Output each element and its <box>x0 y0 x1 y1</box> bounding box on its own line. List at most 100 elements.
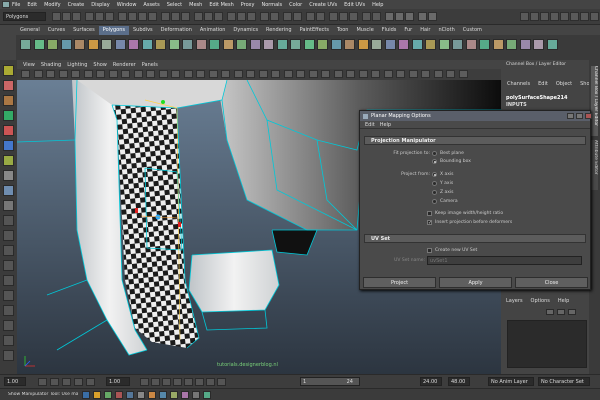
menu-create[interactable]: Create <box>68 2 85 8</box>
shelf-tab-toon[interactable]: Toon <box>333 26 353 35</box>
menu-create-uvs[interactable]: Create UVs <box>309 2 337 8</box>
shelf-tool-icon[interactable] <box>87 39 99 50</box>
panel-toolbar-icon[interactable] <box>283 70 293 78</box>
shelf-tool-icon[interactable] <box>182 39 193 50</box>
menu-color[interactable]: Color <box>289 2 302 8</box>
panel-toolbar-icon[interactable] <box>333 70 343 78</box>
shelf-tool-icon[interactable] <box>492 39 504 50</box>
status-tool-icon[interactable] <box>161 12 170 21</box>
attribute-editor-side-tab[interactable]: Attribute Editor <box>591 140 598 190</box>
channel-box-menu-edit[interactable]: Edit <box>538 81 548 88</box>
step-forward-frame-icon[interactable] <box>195 378 204 386</box>
shelf-tab-animation[interactable]: Animation <box>196 26 230 35</box>
manipulator-green-handle[interactable] <box>161 100 165 104</box>
status-tool-icon[interactable] <box>204 12 213 21</box>
taskbar-app-icon[interactable] <box>159 391 167 399</box>
start-time-field[interactable]: 1.00 <box>4 377 26 386</box>
panel-toolbar-icon[interactable] <box>446 70 455 78</box>
menu-assets[interactable]: Assets <box>143 2 159 8</box>
shelf-tool-icon[interactable] <box>425 39 436 50</box>
insert-before-deformers-checkbox[interactable]: ✓ <box>427 220 432 226</box>
project-camera-radio[interactable] <box>432 199 437 204</box>
taskbar-app-icon[interactable] <box>104 391 112 399</box>
panel-toolbar-icon[interactable] <box>33 70 43 78</box>
panel-toolbar-icon[interactable] <box>96 70 105 78</box>
move-icon[interactable] <box>3 110 14 121</box>
shelf-tool-icon[interactable] <box>222 39 234 50</box>
panel-toolbar-icon[interactable] <box>321 70 330 78</box>
taskbar-app-icon[interactable] <box>137 391 145 399</box>
status-tool-icon[interactable] <box>560 12 569 21</box>
status-tool-icon[interactable] <box>237 12 246 21</box>
taskbar-app-icon[interactable] <box>93 391 101 399</box>
status-tool-icon[interactable] <box>385 12 394 21</box>
shelf-tool-icon[interactable] <box>114 39 126 50</box>
layer-list[interactable] <box>507 320 587 368</box>
taskbar-app-icon[interactable] <box>148 391 156 399</box>
shelf-tab-ncloth[interactable]: nCloth <box>435 26 459 35</box>
node-name[interactable]: polySurfaceShape214 <box>506 95 567 101</box>
shelf-tab-fluids[interactable]: Fluids <box>378 26 401 35</box>
timeline-toggle-icon[interactable] <box>74 378 83 386</box>
close-button[interactable]: Close <box>515 277 588 288</box>
shelf-tool-icon[interactable] <box>74 39 85 50</box>
channel-box-menu-object[interactable]: Object <box>556 81 572 88</box>
status-tool-icon[interactable] <box>95 12 104 21</box>
panel-toolbar-icon[interactable] <box>183 70 193 78</box>
go-to-start-icon[interactable] <box>140 378 149 386</box>
shelf-tab-polygons[interactable]: Polygons <box>98 26 129 35</box>
project-y-axis-radio[interactable] <box>432 181 437 186</box>
shelf-tool-icon[interactable] <box>506 39 517 50</box>
shelf-tool-icon[interactable] <box>479 39 490 50</box>
status-tool-icon[interactable] <box>590 12 599 21</box>
panel-toolbar-icon[interactable] <box>358 70 368 78</box>
fit-bounding-box-radio[interactable] <box>432 159 437 164</box>
taskbar-app-icon[interactable] <box>170 391 178 399</box>
shelf-tab-surfaces[interactable]: Surfaces <box>69 26 99 35</box>
panel-toolbar-icon[interactable] <box>58 70 68 78</box>
playback-range-bar[interactable]: 1 24 <box>300 377 360 386</box>
end-time-field[interactable]: 24.00 <box>420 377 442 386</box>
shelf-tool-icon[interactable] <box>195 39 207 50</box>
status-tool-icon[interactable] <box>138 12 147 21</box>
shelf-tab-curves[interactable]: Curves <box>44 26 69 35</box>
panel-toolbar-icon[interactable] <box>258 70 268 78</box>
dialog-title-bar[interactable]: Planar Mapping Options <box>360 111 592 121</box>
shelf-tab-subdivs[interactable]: Subdivs <box>129 26 157 35</box>
panel-toolbar-icon[interactable] <box>396 70 405 78</box>
timeline-toggle-icon[interactable] <box>38 378 47 386</box>
shelf-tool-icon[interactable] <box>20 39 31 50</box>
status-tool-icon[interactable] <box>62 12 71 21</box>
status-tool-icon[interactable] <box>362 12 371 21</box>
character-set-select[interactable]: No Character Set <box>538 377 590 386</box>
status-tool-icon[interactable] <box>52 12 61 21</box>
minimize-icon[interactable] <box>567 113 574 119</box>
layout-side-icon[interactable] <box>3 245 14 256</box>
panel-toolbar-icon[interactable] <box>221 70 230 78</box>
status-tool-icon[interactable] <box>316 12 325 21</box>
channel-box-side-tab[interactable]: Channel Box / Layer Editor <box>591 66 598 136</box>
shelf-tool-icon[interactable] <box>317 39 328 50</box>
maximize-icon[interactable] <box>576 113 583 119</box>
panel-toolbar-icon[interactable] <box>421 70 430 78</box>
uv-set-header[interactable]: UV Set <box>364 234 586 243</box>
rotate-icon[interactable] <box>3 125 14 136</box>
shelf-tool-icon[interactable] <box>384 39 396 50</box>
status-tool-icon[interactable] <box>148 12 157 21</box>
panel-toolbar-icon[interactable] <box>308 70 318 78</box>
status-tool-icon[interactable] <box>214 12 223 21</box>
taskbar-app-icon[interactable] <box>203 391 211 399</box>
panel-toolbar-icon[interactable] <box>21 70 30 78</box>
status-tool-icon[interactable] <box>181 12 190 21</box>
status-tool-icon[interactable] <box>530 12 539 21</box>
status-tool-icon[interactable] <box>260 12 269 21</box>
end-max-field[interactable]: 48.00 <box>448 377 470 386</box>
menu-modify[interactable]: Modify <box>44 2 61 8</box>
layout-uv-icon[interactable] <box>3 305 14 316</box>
layer-menu-options[interactable]: Options <box>531 298 550 305</box>
panel-toolbar-icon[interactable] <box>383 70 393 78</box>
layer-new-selected-icon[interactable] <box>557 309 565 315</box>
panel-toolbar-icon[interactable] <box>233 70 243 78</box>
shelf-tool-icon[interactable] <box>330 39 342 50</box>
panel-toolbar-icon[interactable] <box>71 70 80 78</box>
